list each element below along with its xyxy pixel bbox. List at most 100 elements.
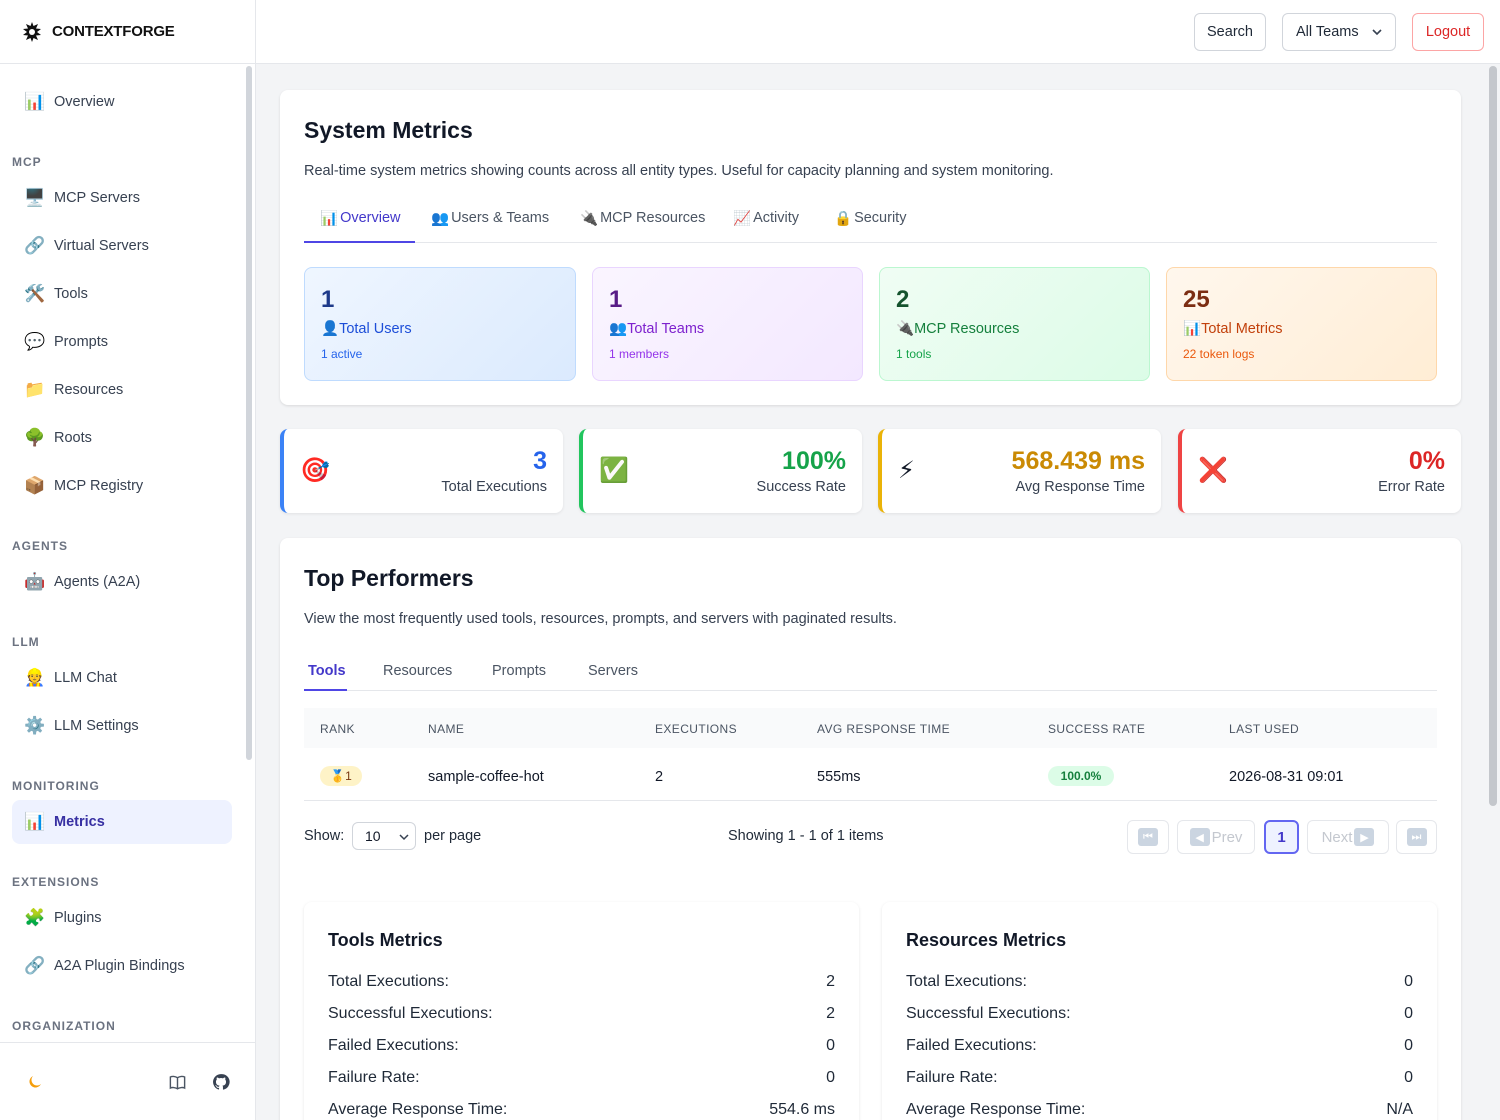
section-label-agents: AGENTS [12,539,69,553]
sidebar-item-metrics[interactable]: 📊 Metrics [12,800,232,844]
tab-divider [415,242,1437,243]
team-selector[interactable]: All Teams [1282,13,1396,51]
tab-servers[interactable]: Servers [588,663,638,701]
monitor-icon: 🖥️ [24,188,46,207]
metric-value: 0 [1404,1005,1413,1022]
stat-value: 1 [321,286,335,313]
sidebar-item-label: Resources [54,382,124,398]
top-performers-description: View the most frequently used tools, res… [304,611,897,627]
sidebar-item-plugins[interactable]: 🧩 Plugins [12,896,232,940]
sidebar-item-llm-chat[interactable]: 👷 LLM Chat [12,656,232,700]
kpi-success-rate: ✅ 100% Success Rate [579,429,862,513]
metric-row: Successful Executions: 0 [906,1005,1413,1029]
worker-icon: 👷 [24,668,46,687]
sidebar-item-mcp-servers[interactable]: 🖥️ MCP Servers [12,176,232,220]
contextforge-logo-icon [23,21,41,42]
kpi-value: 0% [1408,447,1445,475]
brand-name: CONTEXTFORGE [52,23,175,40]
page-size-select[interactable]: 10 [352,822,416,850]
column-header-executions[interactable]: EXECUTIONS [655,722,737,736]
sidebar-item-mcp-registry[interactable]: 📦 MCP Registry [12,464,232,508]
trending-up-icon: 📈 [733,211,752,227]
sidebar-scrollbar[interactable] [246,66,252,760]
kpi-value: 3 [533,447,547,475]
sidebar-item-label: LLM Settings [54,718,139,734]
metric-row: Failed Executions: 0 [328,1037,835,1061]
kpi-label: Avg Response Time [1015,479,1146,495]
stat-subtext: 22 token logs [1183,347,1255,361]
sidebar-item-virtual-servers[interactable]: 🔗 Virtual Servers [12,224,232,268]
tab-tools[interactable]: Tools [308,663,346,701]
stat-label: 🔌MCP Resources [896,321,1020,337]
stat-label: 👤Total Users [321,321,412,337]
sidebar-item-roots[interactable]: 🌳 Roots [12,416,232,460]
metric-label: Successful Executions: [906,1005,1071,1022]
first-page-icon: ⏮ [1138,828,1158,846]
sidebar-item-prompts[interactable]: 💬 Prompts [12,320,232,364]
column-header-name[interactable]: NAME [428,722,464,736]
stat-card-mcp-resources: 2 🔌MCP Resources 1 tools [879,267,1150,381]
sidebar: CONTEXTFORGE 📊 Overview MCP 🖥️ MCP Serve… [0,0,256,1120]
main-scrollbar[interactable] [1489,66,1497,806]
brand[interactable]: CONTEXTFORGE [0,0,255,64]
pagination-summary: Showing 1 - 1 of 1 items [728,828,884,844]
system-metrics-tabs: 📊 Overview 👥 Users & Teams 🔌 MCP Resourc… [304,210,1437,244]
tab-label: Overview [340,210,401,226]
first-page-button[interactable]: ⏮ [1127,820,1169,854]
column-header-rank[interactable]: RANK [320,722,355,736]
metric-row: Failure Rate: 0 [328,1069,835,1093]
row-divider [304,800,1437,801]
sidebar-item-a2a-plugin-bindings[interactable]: 🔗 A2A Plugin Bindings [12,944,232,988]
metric-row: Successful Executions: 2 [328,1005,835,1029]
sidebar-item-label: Metrics [54,814,105,830]
team-selector-label: All Teams [1296,24,1359,40]
column-header-success-rate[interactable]: SUCCESS RATE [1048,722,1145,736]
prev-page-button[interactable]: ◀ Prev [1177,820,1255,854]
stat-label: 📊Total Metrics [1183,321,1283,337]
top-performers-title: Top Performers [304,565,474,591]
active-tab-indicator [304,689,347,691]
sidebar-item-agents[interactable]: 🤖 Agents (A2A) [12,560,232,604]
sidebar-item-overview[interactable]: 📊 Overview [12,80,232,124]
sidebar-item-label: Overview [54,94,115,110]
sidebar-item-resources[interactable]: 📁 Resources [12,368,232,412]
show-label: Show: [304,828,345,844]
moon-icon[interactable] [24,1071,46,1093]
page-number-button[interactable]: 1 [1264,820,1299,854]
top-performers-tabs: Tools Resources Prompts Servers [304,663,1437,693]
system-metrics-title: System Metrics [304,117,473,143]
tools-icon: 🛠️ [24,284,46,303]
github-icon[interactable] [210,1071,232,1093]
logout-button[interactable]: Logout [1412,13,1484,51]
sidebar-item-tools[interactable]: 🛠️ Tools [12,272,232,316]
metric-label: Total Executions: [328,973,449,990]
arrow-left-icon: ◀ [1189,828,1210,846]
sidebar-item-llm-settings[interactable]: ⚙️ LLM Settings [12,704,232,748]
stat-subtext: 1 members [609,347,670,361]
bar-chart-icon: 📊 [24,812,46,831]
sidebar-item-label: MCP Servers [54,190,140,206]
target-icon: 🎯 [300,457,330,484]
arrow-right-icon: ▶ [1354,828,1375,846]
stat-value: 25 [1183,286,1210,313]
sidebar-footer [0,1042,255,1120]
metric-row: Total Executions: 0 [906,973,1413,997]
metric-value: 0 [826,1037,835,1054]
check-icon: ✅ [599,457,629,484]
last-page-button[interactable]: ⏭ [1396,820,1437,854]
column-header-last-used[interactable]: LAST USED [1229,722,1299,736]
next-page-button[interactable]: Next ▶ [1307,820,1389,854]
column-header-avg-response-time[interactable]: AVG RESPONSE TIME [817,722,950,736]
user-icon: 👤 [321,321,340,337]
metric-label: Failure Rate: [328,1069,420,1086]
section-label-extensions: EXTENSIONS [12,875,100,889]
plug-icon: 🔌 [896,321,915,337]
metric-label: Average Response Time: [906,1101,1086,1118]
metric-row: Failed Executions: 0 [906,1037,1413,1061]
tab-resources[interactable]: Resources [383,663,452,701]
table-header: RANK NAME EXECUTIONS AVG RESPONSE TIME S… [304,708,1437,748]
search-button[interactable]: Search [1194,13,1266,51]
book-icon[interactable] [166,1071,188,1093]
last-page-icon: ⏭ [1406,828,1427,846]
tab-prompts[interactable]: Prompts [492,663,546,701]
